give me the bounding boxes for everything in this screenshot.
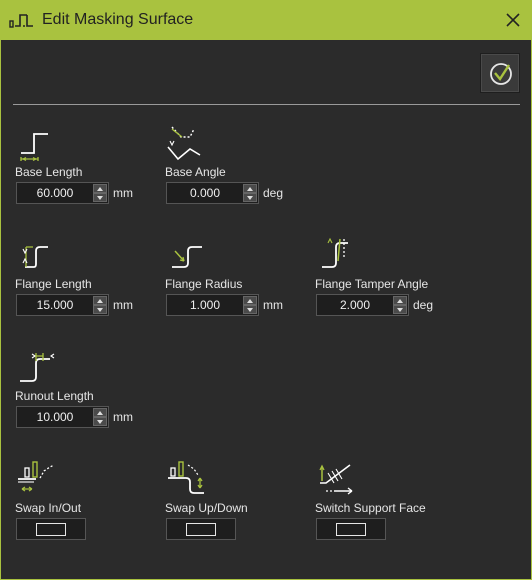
masking-surface-icon [9,14,33,28]
runout-length-spinbox[interactable]: 10.000 [16,406,109,428]
increment-button[interactable] [393,296,407,305]
decrement-button[interactable] [93,193,107,202]
runout-length-icon [20,353,55,382]
swap-up-down-label: Swap Up/Down [165,501,248,515]
flange-length-label: Flange Length [15,277,92,291]
decrement-button[interactable] [243,305,257,314]
divider [13,104,520,105]
decrement-button[interactable] [393,305,407,314]
title-bar[interactable]: Edit Masking Surface [1,1,531,40]
decrement-button[interactable] [93,417,107,426]
flange-length-spinbox[interactable]: 15.000 [16,294,109,316]
switch-support-face-icon [319,464,353,495]
base-angle-unit: deg [263,186,284,200]
flange-tamper-angle-icon [322,237,348,268]
swap-in-out-button[interactable] [16,518,86,540]
switch-support-face-button[interactable] [316,518,386,540]
edit-masking-surface-dialog: Edit Masking Surface Base Length 60.000 … [0,0,532,580]
swap-in-out-label: Swap In/Out [15,501,82,515]
flange-tamper-angle-value[interactable]: 2.000 [317,298,393,312]
flange-length-icon [22,246,48,268]
runout-length-label: Runout Length [15,389,94,403]
increment-button[interactable] [93,408,107,417]
apply-button[interactable] [480,53,520,93]
base-angle-label: Base Angle [165,165,226,179]
base-length-unit: mm [113,186,133,200]
flange-radius-unit: mm [263,298,283,312]
flange-length-unit: mm [113,298,133,312]
increment-button[interactable] [93,296,107,305]
increment-button[interactable] [243,184,257,193]
base-length-icon [20,133,48,161]
increment-button[interactable] [93,184,107,193]
base-angle-value[interactable]: 0.000 [167,186,243,200]
increment-button[interactable] [243,296,257,305]
swap-up-down-icon [168,461,204,494]
flange-radius-label: Flange Radius [165,277,243,291]
flange-radius-icon [172,246,202,268]
flange-radius-spinbox[interactable]: 1.000 [166,294,259,316]
decrement-button[interactable] [93,305,107,314]
swap-in-out-icon [18,461,55,492]
flange-length-value[interactable]: 15.000 [17,298,93,312]
base-length-label: Base Length [15,165,83,179]
decrement-button[interactable] [243,193,257,202]
base-length-value[interactable]: 60.000 [17,186,93,200]
runout-length-unit: mm [113,410,133,424]
flange-tamper-angle-label: Flange Tamper Angle [315,277,429,291]
base-angle-icon [167,126,201,161]
base-angle-spinbox[interactable]: 0.000 [166,182,259,204]
flange-radius-value[interactable]: 1.000 [167,298,243,312]
swap-up-down-button[interactable] [166,518,236,540]
flange-tamper-angle-spinbox[interactable]: 2.000 [316,294,409,316]
runout-length-value[interactable]: 10.000 [17,410,93,424]
flange-tamper-angle-unit: deg [413,298,434,312]
dialog-title: Edit Masking Surface [42,11,194,28]
checkmark-icon [490,63,512,85]
base-length-spinbox[interactable]: 60.000 [16,182,109,204]
close-icon[interactable] [503,10,523,30]
switch-support-face-label: Switch Support Face [315,501,426,515]
